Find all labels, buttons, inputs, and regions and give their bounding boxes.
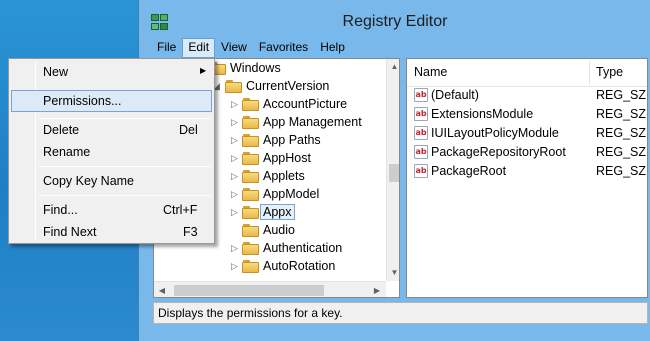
string-value-icon: ab [414, 88, 428, 102]
value-type: REG_SZ [596, 145, 647, 159]
folder-icon [242, 260, 259, 273]
list-item[interactable]: ab PackageRoot REG_SZ [407, 162, 647, 181]
menu-item-shortcut: Del [179, 123, 198, 137]
folder-icon [242, 116, 259, 129]
tree-item-label: AutoRotation [263, 259, 336, 273]
string-value-icon: ab [414, 107, 428, 121]
value-name: PackageRepositoryRoot [431, 145, 566, 159]
list-header: Name Type [407, 59, 647, 87]
folder-icon [242, 170, 259, 183]
menu-edit[interactable]: Edit [182, 38, 216, 58]
collapsed-arrow-icon[interactable]: ▷ [231, 153, 241, 164]
value-name: ExtensionsModule [431, 107, 534, 121]
menu-item-new[interactable]: New ▶ [11, 61, 212, 83]
tree-horizontal-scrollbar[interactable]: ◀ ▶ [154, 281, 386, 297]
menu-bar: File Edit View Favorites Help [151, 38, 351, 58]
collapsed-arrow-icon[interactable]: ▷ [231, 99, 241, 110]
menu-item-label: New [43, 65, 69, 79]
scroll-down-arrow-icon[interactable]: ▼ [387, 265, 399, 281]
menu-item-shortcut: Ctrl+F [163, 203, 198, 217]
collapsed-arrow-icon[interactable]: ▷ [231, 207, 241, 218]
scroll-up-arrow-icon[interactable]: ▲ [387, 59, 399, 75]
menu-item-find-next[interactable]: Find Next F3 [11, 221, 212, 243]
tree-item-label: CurrentVersion [246, 79, 330, 93]
tree-item-label: App Management [263, 115, 362, 129]
folder-icon [242, 98, 259, 111]
tree-item-label: Authentication [263, 241, 343, 255]
column-header-type[interactable]: Type [596, 65, 623, 79]
column-divider[interactable] [589, 61, 590, 85]
folder-icon [242, 206, 259, 219]
collapsed-arrow-icon[interactable]: ▷ [231, 261, 241, 272]
collapsed-arrow-icon[interactable]: ▷ [231, 117, 241, 128]
menu-file[interactable]: File [151, 38, 182, 58]
edit-menu-dropdown: New ▶ Permissions... Delete Del Rename C… [8, 58, 215, 244]
tree-item-label: AccountPicture [263, 97, 348, 111]
menu-item-label: Delete [43, 123, 80, 137]
tree-item-label: Applets [263, 169, 305, 183]
value-type: REG_SZ [596, 107, 647, 121]
menu-item-label: Rename [43, 145, 91, 159]
menu-item-find[interactable]: Find... Ctrl+F [11, 199, 212, 221]
menu-item-delete[interactable]: Delete Del [11, 119, 212, 141]
scroll-left-arrow-icon[interactable]: ◀ [154, 282, 170, 297]
tree-item-label: Windows [230, 61, 281, 75]
scrollbar-thumb[interactable] [174, 285, 324, 296]
value-type: REG_SZ [596, 164, 647, 178]
menu-item-permissions[interactable]: Permissions... [11, 90, 212, 112]
status-bar: Displays the permissions for a key. [153, 302, 648, 324]
window-title: Registry Editor [342, 13, 448, 30]
value-type: REG_SZ [596, 126, 647, 140]
menu-item-label: Copy Key Name [43, 174, 135, 188]
collapsed-arrow-icon[interactable]: ▷ [231, 135, 241, 146]
tree-item-label: Audio [263, 223, 295, 237]
tree-item-label-selected: Appx [260, 204, 295, 220]
folder-icon [242, 134, 259, 147]
collapsed-arrow-icon[interactable]: ▷ [231, 243, 241, 254]
list-item[interactable]: ab ExtensionsModule REG_SZ [407, 105, 647, 124]
list-item[interactable]: ab PackageRepositoryRoot REG_SZ [407, 143, 647, 162]
string-value-icon: ab [414, 145, 428, 159]
collapsed-arrow-icon[interactable]: ▷ [231, 171, 241, 182]
string-value-icon: ab [414, 164, 428, 178]
menu-item-shortcut: F3 [183, 225, 198, 239]
tree-item-label: AppModel [263, 187, 320, 201]
folder-icon [242, 224, 259, 237]
value-name: IUILayoutPolicyModule [431, 126, 559, 140]
string-value-icon: ab [414, 126, 428, 140]
menu-item-rename[interactable]: Rename [11, 141, 212, 163]
menu-favorites[interactable]: Favorites [253, 38, 314, 58]
menu-view[interactable]: View [215, 38, 253, 58]
folder-icon [242, 242, 259, 255]
values-list-pane[interactable]: Name Type ab (Default) REG_SZ ab Extensi… [406, 58, 648, 298]
scroll-right-arrow-icon[interactable]: ▶ [369, 282, 385, 297]
list-item[interactable]: ab (Default) REG_SZ [407, 86, 647, 105]
tree-vertical-scrollbar[interactable]: ▲ ▼ [386, 59, 399, 281]
menu-help[interactable]: Help [314, 38, 351, 58]
title-bar[interactable]: Registry Editor [139, 0, 650, 38]
scrollbar-thumb[interactable] [389, 164, 399, 182]
client-area: Windows ◢ CurrentVersion ▷ AccountPictur… [147, 58, 648, 326]
tree-item-autorotation[interactable]: ▷ AutoRotation [154, 258, 394, 276]
tree-item-label: App Paths [263, 133, 321, 147]
value-name: PackageRoot [431, 164, 507, 178]
menu-separator [39, 195, 211, 196]
folder-icon [242, 188, 259, 201]
list-item[interactable]: ab IUILayoutPolicyModule REG_SZ [407, 124, 647, 143]
value-type: REG_SZ [596, 88, 647, 102]
menu-item-label: Permissions... [43, 94, 122, 108]
folder-icon [242, 152, 259, 165]
menu-item-label: Find... [43, 203, 78, 217]
value-name: (Default) [431, 88, 479, 102]
collapsed-arrow-icon[interactable]: ▷ [231, 189, 241, 200]
folder-icon [225, 80, 242, 93]
menu-item-copy-key-name[interactable]: Copy Key Name [11, 170, 212, 192]
menu-separator [39, 166, 211, 167]
tree-item-label: AppHost [263, 151, 311, 165]
column-header-name[interactable]: Name [414, 65, 447, 79]
submenu-arrow-icon: ▶ [200, 66, 207, 75]
menu-item-label: Find Next [43, 225, 97, 239]
